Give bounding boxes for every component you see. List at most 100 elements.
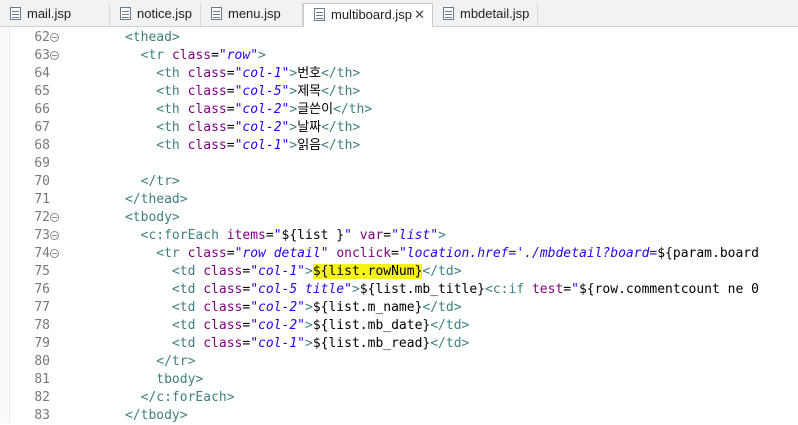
code-line: 82 </c:forEach> (0, 389, 798, 407)
line-number: 80 (34, 354, 50, 369)
close-icon[interactable]: ✕ (414, 4, 425, 26)
code-line: 66 <th class="col-2">글쓴이</th> (0, 101, 798, 119)
code-line: 80 </tr> (0, 353, 798, 371)
code-token: class (187, 102, 227, 117)
tab-label: notice.jsp (137, 6, 192, 21)
code-token: </th> (321, 66, 361, 81)
code-text: <td class = "col-5 title">${list.mb_title}… (78, 281, 759, 299)
code-token: class (187, 120, 227, 135)
code-token: <td (171, 282, 204, 297)
tab-notice-jsp[interactable]: notice.jsp (110, 3, 201, 27)
code-line: 70 </tr> (0, 173, 798, 191)
code-text: </tr> (78, 353, 195, 371)
code-line: 65 <th class="col-5">제목</th> (0, 83, 798, 101)
code-token: = (226, 66, 235, 81)
code-line: 77 <td class="col-2">${list.m_name}</td> (0, 299, 798, 317)
code-text: <th class="col-5">제목</th> (78, 83, 360, 101)
code-token: </tbody> (124, 408, 188, 423)
code-line: 78 <td class="col-2">${list.mb_date}</td… (0, 317, 798, 335)
jsp-file-icon (120, 7, 131, 20)
code-token: = (265, 228, 274, 243)
tab-menu-jsp[interactable]: menu.jsp (201, 3, 303, 27)
code-token: > (438, 228, 446, 243)
code-token: = (226, 84, 235, 99)
line-number: 73 (34, 228, 50, 243)
code-text: tbody> (78, 371, 203, 389)
code-line: 62− <thead> (0, 29, 798, 47)
code-line: 75 <td class="col-1">${list.rowNum}</td> (0, 263, 798, 281)
code-line: 67 <th class="col-2">날짜</th> (0, 119, 798, 137)
code-token: " (571, 282, 579, 297)
code-token: > (305, 300, 313, 315)
code-token: "col-1" (250, 336, 305, 351)
code-token: > (289, 120, 298, 135)
code-token: = (391, 246, 399, 261)
jsp-file-icon (314, 8, 325, 21)
code-token: class (203, 264, 243, 279)
code-token: class (171, 48, 212, 63)
fold-collapse-icon[interactable]: − (50, 249, 59, 258)
code-token: <tbody> (124, 210, 180, 225)
fold-collapse-icon[interactable]: − (50, 213, 59, 222)
code-token: <th (156, 66, 188, 81)
tab-label: mbdetail.jsp (460, 6, 530, 21)
code-text: <td class="col-2">${list.mb_date}</td> (78, 317, 469, 335)
code-text: <td class="col-2">${list.m_name}</td> (78, 299, 462, 317)
line-number: 63 (34, 48, 50, 63)
code-token: > (289, 138, 298, 153)
code-token: "col-1" (250, 264, 305, 279)
line-number: 77 (34, 300, 50, 315)
code-token: ${row.commentcount ne 0 (578, 282, 759, 297)
code-text: <c:forEach items="${list }" var="list"> (78, 227, 446, 245)
code-text: <th class="col-2">글쓴이</th> (78, 101, 372, 119)
code-text: </tbody> (78, 407, 188, 425)
code-token: ${list.mb_date} (312, 318, 431, 333)
line-number: 68 (34, 138, 50, 153)
fold-collapse-icon[interactable]: − (50, 231, 59, 240)
code-line: 73− <c:forEach items="${list }" var="lis… (0, 227, 798, 245)
code-token: tbody> (156, 372, 204, 387)
fold-collapse-icon[interactable]: − (50, 33, 59, 42)
jsp-file-icon (211, 7, 222, 20)
code-text: </c:forEach> (78, 389, 235, 407)
code-token: = (383, 228, 392, 243)
tab-mail-jsp[interactable]: mail.jsp (0, 3, 110, 27)
editor-tab-bar: mail.jsp notice.jsp menu.jsp multiboard.… (0, 0, 798, 27)
tab-multiboard-jsp[interactable]: multiboard.jsp ✕ (303, 3, 433, 27)
code-token: "col-5 title" (250, 282, 352, 297)
line-number: 64 (34, 66, 50, 81)
code-text: </thead> (78, 191, 188, 209)
code-token: </td> (422, 264, 462, 279)
code-token: class (187, 84, 227, 99)
line-number: 76 (34, 282, 50, 297)
code-token: "col-2" (234, 102, 290, 117)
fold-collapse-icon[interactable]: − (50, 51, 59, 60)
tab-label: menu.jsp (228, 6, 281, 21)
tab-mbdetail-jsp[interactable]: mbdetail.jsp (433, 3, 538, 27)
code-token: class (203, 300, 243, 315)
code-token: </c:forEach> (140, 390, 235, 405)
code-token: "row detail" (234, 246, 337, 261)
code-text: <th class="col-2">날짜</th> (78, 119, 360, 137)
line-number: 81 (34, 372, 50, 387)
code-token: "list" (391, 228, 439, 243)
code-token: </td> (430, 336, 470, 351)
code-token: </th> (321, 138, 361, 153)
code-token: ${list.mb_title} (359, 282, 486, 297)
code-line: 71 </thead> (0, 191, 798, 209)
code-token: 읽음 (297, 138, 322, 153)
line-number: 72 (34, 210, 50, 225)
tab-label: mail.jsp (27, 6, 72, 21)
code-editor[interactable]: 62− <thead> 63− <tr class="row"> 64 <th cl… (0, 27, 798, 423)
code-token: <td (171, 318, 204, 333)
line-number: 66 (34, 102, 50, 117)
code-token: = (211, 48, 219, 63)
code-token: ${list.mb_read} (312, 336, 431, 351)
